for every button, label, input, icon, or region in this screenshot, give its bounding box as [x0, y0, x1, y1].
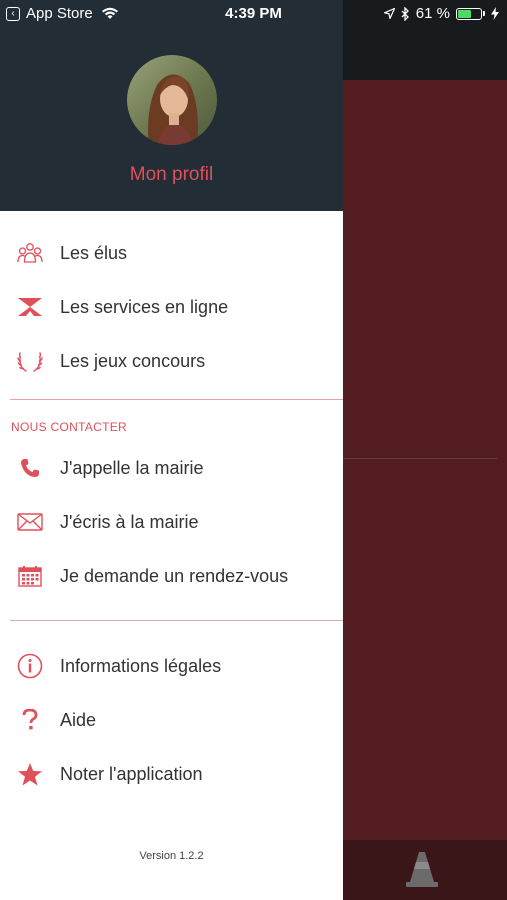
profile-link[interactable]: Mon profil: [0, 164, 343, 186]
status-bar-right: 61 %: [383, 5, 499, 22]
side-drawer: Mon profil Les élus Les services en lign…: [0, 0, 343, 900]
menu-item-elus[interactable]: Les élus: [0, 231, 343, 275]
menu-item-label: Informations légales: [60, 655, 222, 676]
menu-item-call[interactable]: J'appelle la mairie: [0, 446, 343, 490]
envelope-icon: [17, 509, 43, 535]
battery-nub: [483, 11, 485, 16]
menu-item-legal[interactable]: Informations légales: [0, 644, 343, 688]
menu-item-services[interactable]: Les services en ligne: [0, 285, 343, 329]
people-icon: [17, 240, 43, 266]
section-divider: [10, 399, 343, 400]
menu-item-label: Les élus: [60, 242, 128, 263]
menu-item-rate[interactable]: Noter l'application: [0, 752, 343, 796]
avatar-image: [127, 55, 217, 145]
avatar[interactable]: [127, 55, 217, 145]
phone-icon: [17, 455, 43, 481]
charging-bolt-icon: [491, 7, 499, 20]
location-arrow-icon: [383, 8, 395, 19]
menu-item-label: J'écris à la mairie: [60, 511, 199, 532]
background-divider: [343, 458, 497, 459]
menu-item-label: J'appelle la mairie: [60, 457, 204, 478]
calendar-icon: [17, 563, 43, 589]
menu-item-jeux[interactable]: Les jeux concours: [0, 339, 343, 383]
bluetooth-icon: [401, 6, 409, 21]
question-icon: [17, 707, 43, 733]
info-icon: [17, 653, 43, 679]
laurel-icon: [17, 348, 43, 374]
menu-item-write[interactable]: J'écris à la mairie: [0, 500, 343, 544]
menu-item-help[interactable]: Aide: [0, 698, 343, 742]
battery-level: [458, 9, 471, 18]
version-label: Version 1.2.2: [139, 850, 204, 862]
section-title-contact: NOUS CONTACTER: [11, 420, 127, 434]
menu-item-label: Aide: [60, 709, 97, 730]
section-divider: [10, 620, 343, 621]
drawer-header: Mon profil: [0, 0, 343, 211]
menu-item-label: Je demande un rendez-vous: [60, 565, 289, 586]
battery-percent: 61 %: [415, 5, 450, 22]
menu-item-label: Noter l'application: [60, 763, 203, 784]
status-bar: ‹ App Store 4:39 PM 61 %: [0, 0, 507, 28]
menu-item-appointment[interactable]: Je demande un rendez-vous: [0, 554, 343, 598]
menu-item-label: Les jeux concours: [60, 350, 206, 371]
traffic-cone-icon[interactable]: [404, 850, 440, 888]
hourglass-icon: [17, 294, 43, 320]
star-icon: [17, 761, 43, 787]
battery-icon: [456, 7, 482, 20]
menu-item-label: Les services en ligne: [60, 296, 229, 317]
